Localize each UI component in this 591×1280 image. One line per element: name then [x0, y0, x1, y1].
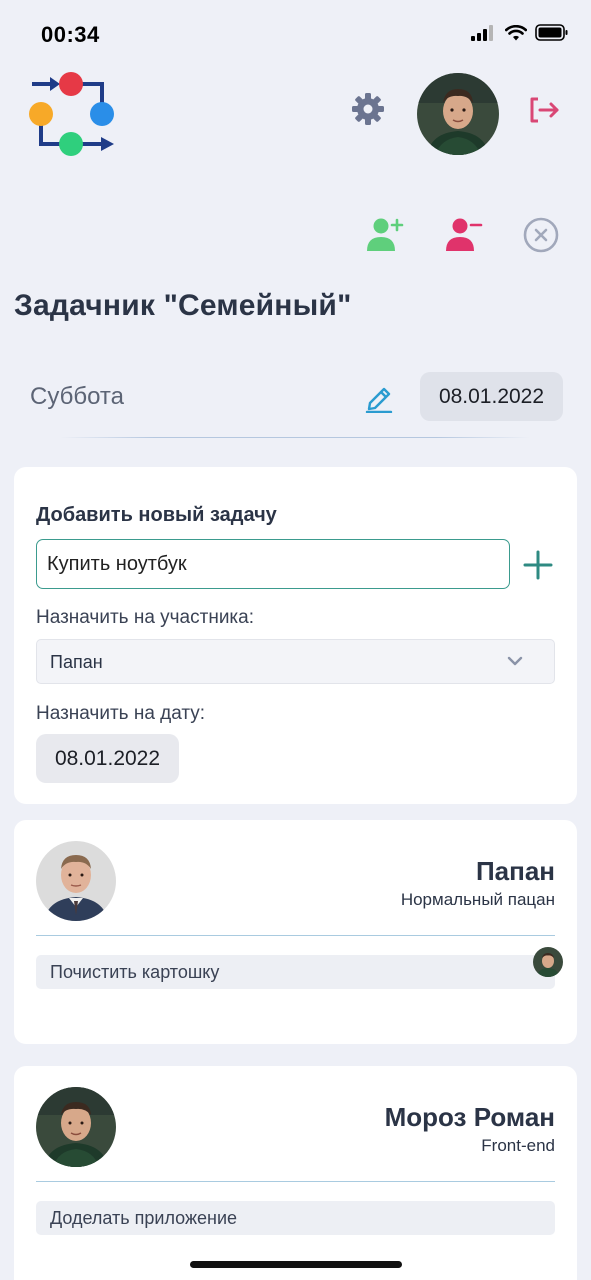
task-input[interactable] [36, 539, 510, 589]
add-task-title: Добавить новый задачу [36, 504, 277, 526]
assign-member-label: Назначить на участника: [36, 607, 255, 628]
close-button[interactable] [521, 215, 561, 255]
wifi-icon [505, 24, 527, 40]
member-divider [36, 935, 555, 936]
edit-button[interactable] [364, 381, 394, 414]
member-role: Front-end [481, 1136, 555, 1155]
task-item[interactable]: Доделать приложение [36, 1201, 555, 1235]
assign-date-picker[interactable]: 08.01.2022 [36, 734, 179, 783]
add-task-button[interactable] [522, 549, 554, 581]
add-task-card: Добавить новый задачу Назначить на участ… [14, 467, 577, 804]
chevron-down-icon [507, 656, 523, 666]
member-select-value: Папан [50, 652, 103, 672]
task-text: Доделать приложение [50, 1208, 238, 1228]
current-date-badge[interactable]: 08.01.2022 [420, 372, 563, 421]
member-avatar[interactable] [36, 841, 116, 921]
close-circle-icon [523, 217, 559, 253]
task-text: Почистить картошку [50, 962, 220, 982]
member-avatar[interactable] [36, 1087, 116, 1167]
member-name: Папан [475, 856, 555, 886]
member-name: Мороз Роман [384, 1102, 555, 1132]
cellular-signal-icon [471, 24, 493, 41]
app-logo[interactable] [26, 70, 118, 160]
status-time: 00:34 [41, 22, 100, 47]
member-divider [36, 1181, 555, 1182]
day-name: Суббота [30, 383, 124, 410]
member-card: Папан Нормальный пацан Почистить картошк… [14, 820, 577, 1044]
home-indicator[interactable] [190, 1261, 402, 1268]
battery-icon [535, 24, 568, 41]
user-photo [417, 73, 499, 155]
divider [60, 437, 530, 438]
page-title: Задачник "Семейный" [14, 289, 352, 322]
assign-date-label: Назначить на дату: [36, 703, 206, 724]
status-icons [471, 24, 569, 41]
remove-user-icon [446, 218, 483, 251]
add-user-icon [367, 218, 404, 251]
status-bar: 00:34 [0, 0, 591, 62]
member-role: Нормальный пацан [400, 890, 555, 909]
member-photo [36, 841, 116, 921]
member-photo [36, 1087, 116, 1167]
member-select[interactable]: Папан [36, 639, 555, 684]
plus-icon [523, 550, 553, 580]
add-member-button[interactable] [364, 215, 404, 255]
logout-icon [530, 97, 559, 123]
remove-member-button[interactable] [443, 215, 483, 255]
gear-icon [352, 93, 384, 125]
member-card: Мороз Роман Front-end Доделать приложени… [14, 1066, 577, 1280]
settings-button[interactable] [349, 90, 387, 128]
pencil-icon [365, 387, 393, 414]
logout-button[interactable] [526, 94, 562, 126]
task-item[interactable]: Почистить картошку [36, 947, 563, 989]
task-assignee-avatar [533, 947, 563, 977]
process-flow-logo-icon [29, 72, 114, 156]
user-avatar[interactable] [417, 73, 499, 155]
